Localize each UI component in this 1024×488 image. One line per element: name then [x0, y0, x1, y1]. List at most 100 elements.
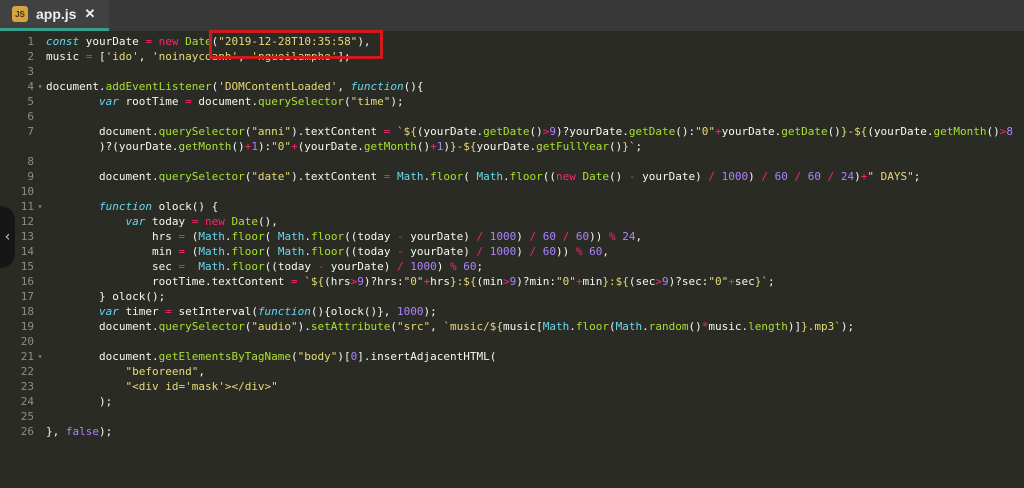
code-line: 13 hrs = (Math.floor( Math.floor((today … [0, 229, 1024, 244]
code-text: document.addEventListener('DOMContentLoa… [46, 80, 424, 93]
line-number: 3 [27, 65, 34, 78]
code-text: "beforeend", [125, 365, 205, 378]
code-line: 18 var timer = setInterval(function(){ol… [0, 304, 1024, 319]
line-number: 10 [20, 185, 34, 198]
code-text: }, false); [46, 425, 113, 438]
fold-arrow-icon[interactable]: ▾ [34, 79, 46, 94]
code-line: 7 document.querySelector("anni").textCon… [0, 124, 1024, 139]
line-number: 7 [27, 125, 34, 138]
code-text: document.querySelector("audio").setAttri… [46, 320, 855, 333]
line-number: 4 [27, 80, 34, 93]
line-number: 8 [27, 155, 34, 168]
code-line: 12 var today = new Date(), [0, 214, 1024, 229]
fold-arrow-icon[interactable]: ▾ [34, 349, 46, 364]
tab-label: app.js [36, 6, 77, 22]
tab-appjs[interactable]: JS app.js ✕ [0, 0, 110, 31]
code-text: document.getElementsByTagName("body")[0]… [46, 350, 497, 363]
code-line: 10 [0, 184, 1024, 199]
code-text: document.querySelector("date").textConte… [46, 170, 921, 183]
line-number: 1 [27, 35, 34, 48]
code-line: 26}, false); [0, 424, 1024, 439]
panel-collapse-handle[interactable]: ‹ [0, 206, 15, 268]
line-number: 25 [20, 410, 34, 423]
code-text: sec = Math.floor((today - yourDate) / 10… [46, 260, 484, 273]
line-number: 23 [20, 380, 34, 393]
code-line: 22 "beforeend", [0, 364, 1024, 379]
code-line: 21 ▾ document.getElementsByTagName("body"… [0, 349, 1024, 364]
code-text: } olock(); [46, 290, 166, 303]
code-line: 4 ▾ document.addEventListener('DOMContentL… [0, 79, 1024, 94]
code-text: rootTime.textContent = `${(hrs>9)?hrs:"0… [46, 275, 775, 288]
line-number: 6 [27, 110, 34, 123]
code-text: "<div id='mask'></div>" [125, 380, 278, 393]
code-text: function olock() { [98, 200, 219, 213]
code-line: )?(yourDate.getMonth()+1):"0"+(yourDate.… [0, 139, 1024, 154]
code-line: 8 [0, 154, 1024, 169]
line-number: 16 [20, 275, 34, 288]
code-line: 6 [0, 109, 1024, 124]
line-number: 22 [20, 365, 34, 378]
code-text: var timer = setInterval(function(){olock… [98, 305, 437, 318]
code-line: 19 document.querySelector("audio").setAt… [0, 319, 1024, 334]
code-line: 23 "<div id='mask'></div>" [0, 379, 1024, 394]
code-line: 14 min = (Math.floor( Math.floor((today … [0, 244, 1024, 259]
code-text: ); [46, 395, 113, 408]
line-number: 5 [27, 95, 34, 108]
code-text: document.querySelector("anni").textConte… [46, 125, 1014, 138]
line-number: 2 [27, 50, 34, 63]
line-number: 9 [27, 170, 34, 183]
code-line: 1 const yourDate = new Date("2019-12-28T1… [0, 34, 1024, 49]
line-number: 19 [20, 320, 34, 333]
code-text: var today = new Date(), [125, 215, 278, 228]
code-text: const yourDate = new Date("2019-12-28T10… [46, 35, 371, 48]
code-line: 24 ); [0, 394, 1024, 409]
code-line: 9 document.querySelector("date").textCon… [0, 169, 1024, 184]
code-text: )?(yourDate.getMonth()+1):"0"+(yourDate.… [46, 140, 643, 153]
code-lines: 1 const yourDate = new Date("2019-12-28T1… [0, 34, 1024, 439]
chevron-left-icon: ‹ [4, 229, 11, 245]
code-line: 3 [0, 64, 1024, 79]
line-number: 18 [20, 305, 34, 318]
line-number: 24 [20, 395, 34, 408]
code-line: 16 rootTime.textContent = `${(hrs>9)?hrs… [0, 274, 1024, 289]
javascript-file-icon: JS [12, 6, 28, 22]
code-line: 11 ▾ function olock() { [0, 199, 1024, 214]
code-text: var rootTime = document.querySelector("t… [98, 95, 404, 108]
code-line: 25 [0, 409, 1024, 424]
code-text: hrs = (Math.floor( Math.floor((today - y… [46, 230, 643, 243]
line-number: 21 [20, 350, 34, 363]
code-editor[interactable]: 1 const yourDate = new Date("2019-12-28T1… [0, 31, 1024, 488]
fold-arrow-icon[interactable]: ▾ [34, 199, 46, 214]
code-text: music = ['ido', 'noinaycoanh', 'nguoilam… [46, 50, 351, 63]
tab-bar: JS app.js ✕ [0, 0, 1024, 31]
line-number [0, 139, 34, 154]
close-tab-icon[interactable]: ✕ [84, 6, 95, 22]
